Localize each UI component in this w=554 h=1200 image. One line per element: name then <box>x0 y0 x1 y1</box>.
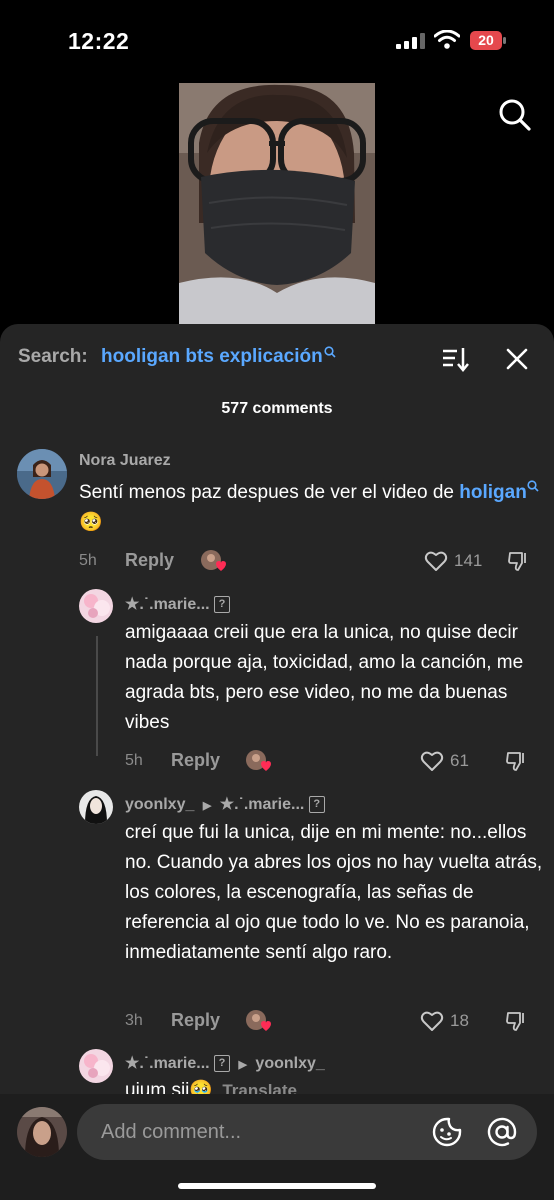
comment-text: Sentí menos paz despues de ver el video … <box>79 478 539 538</box>
avatar-photo <box>17 449 67 499</box>
creator-liked-icon <box>246 1010 271 1031</box>
creator-liked-icon <box>246 750 271 771</box>
unknown-glyph-icon: ? <box>214 1055 231 1073</box>
reply-time: 3h <box>125 1012 143 1029</box>
comment-body: Sentí menos paz despues de ver el video … <box>79 482 454 503</box>
unknown-glyph-icon: ? <box>214 596 231 614</box>
avatar-photo <box>79 589 113 623</box>
status-bar: 12:22 20 <box>0 0 554 80</box>
reply-username[interactable]: yoonlxy_ ▶ ★.˙.marie... ? <box>125 794 325 814</box>
reply-username-text: ★.˙.marie... <box>125 596 210 613</box>
sort-icon[interactable] <box>441 346 469 372</box>
like-heart-icon[interactable] <box>424 550 448 572</box>
creator-liked-icon <box>201 550 226 571</box>
search-small-icon <box>527 480 539 492</box>
reply-to-username: ★.˙.marie... <box>219 796 305 813</box>
pleading-emoji: 🥺 <box>79 512 103 533</box>
search-small-icon <box>324 346 336 358</box>
dislike-icon[interactable] <box>506 750 528 772</box>
search-term-text: hooligan bts explicación <box>101 346 323 367</box>
add-comment-input[interactable]: Add comment... <box>77 1104 537 1160</box>
like-count: 61 <box>450 751 469 770</box>
wifi-icon <box>434 30 460 49</box>
video-frame <box>179 83 375 324</box>
like-count: 141 <box>454 551 483 570</box>
comment-username[interactable]: Nora Juarez <box>79 452 171 470</box>
reply-arrow-icon: ▶ <box>238 1059 247 1071</box>
avatar[interactable] <box>79 589 113 623</box>
comments-sheet: Search: hooligan bts explicación 577 com… <box>0 324 554 1200</box>
reply-time: 5h <box>125 752 143 769</box>
reply-username-text: ★.˙.marie... <box>125 1055 210 1072</box>
close-icon[interactable] <box>505 347 529 371</box>
battery-icon: 20 <box>470 31 506 50</box>
dislike-icon[interactable] <box>506 1010 528 1032</box>
like-count: 18 <box>450 1011 469 1030</box>
cellular-signal-icon <box>396 33 425 49</box>
unknown-glyph-icon: ? <box>308 796 325 814</box>
avatar[interactable] <box>17 449 67 499</box>
avatar[interactable] <box>79 790 113 824</box>
like-heart-icon[interactable] <box>420 1010 444 1032</box>
avatar-photo <box>79 790 113 824</box>
thread-line <box>96 636 98 756</box>
reply-button[interactable]: Reply <box>171 1010 220 1031</box>
search-link[interactable]: holigan <box>459 480 539 503</box>
home-indicator <box>178 1183 376 1189</box>
search-icon[interactable] <box>498 98 532 132</box>
video-preview[interactable] <box>179 83 375 324</box>
battery-level: 20 <box>478 32 494 48</box>
search-label: Search: <box>18 346 88 367</box>
reply-text: amigaaaa creii que era la unica, no quis… <box>125 622 524 733</box>
add-comment-placeholder: Add comment... <box>101 1121 242 1143</box>
comment-count: 577 comments <box>221 400 333 417</box>
reply-button[interactable]: Reply <box>171 750 220 771</box>
avatar[interactable] <box>79 1049 113 1083</box>
like-heart-icon[interactable] <box>420 750 444 772</box>
reply-text: creí que fui la unica, dije en mi mente:… <box>125 822 543 963</box>
comment-time: 5h <box>79 552 97 569</box>
reply-username[interactable]: ★.˙.marie... ? ▶ yoonlxy_ <box>125 1053 325 1073</box>
avatar-photo <box>79 1049 113 1083</box>
user-avatar[interactable] <box>17 1107 67 1157</box>
reply-username[interactable]: ★.˙.marie... ? <box>125 594 231 614</box>
dislike-icon[interactable] <box>508 550 530 572</box>
sticker-icon[interactable] <box>431 1116 463 1148</box>
reply-arrow-icon: ▶ <box>202 800 212 812</box>
reply-username-text: yoonlxy_ <box>125 796 195 813</box>
reply-button[interactable]: Reply <box>125 550 174 571</box>
search-term-link[interactable]: hooligan bts explicación <box>101 346 336 368</box>
search-link-text: holigan <box>459 482 527 503</box>
status-time: 12:22 <box>68 28 130 54</box>
comments-header: Search: hooligan bts explicación <box>0 324 554 394</box>
mention-icon[interactable] <box>486 1116 518 1148</box>
avatar-photo <box>17 1107 67 1157</box>
reply-to-username: yoonlxy_ <box>255 1055 325 1072</box>
